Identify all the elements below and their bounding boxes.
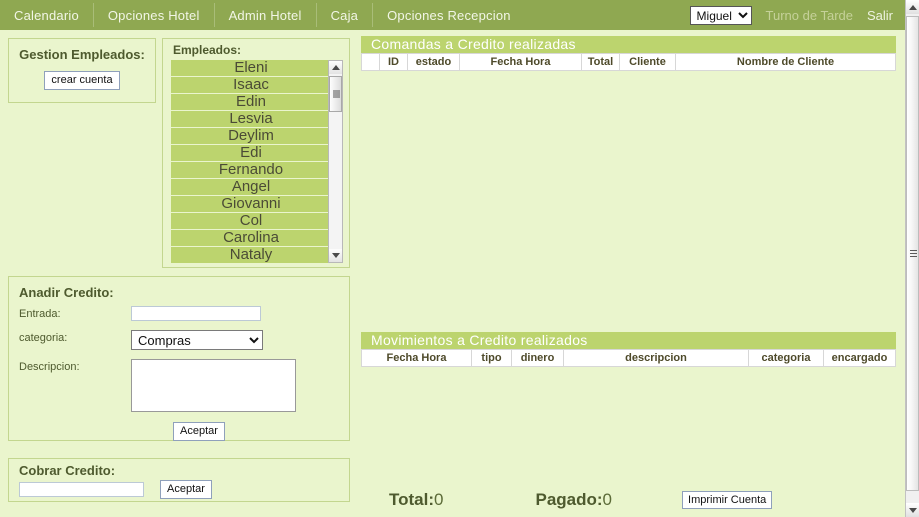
nav-item-calendario[interactable]: Calendario <box>0 0 93 30</box>
left-column: Gestion Empleados: crear cuenta Empleado… <box>0 30 357 517</box>
gestion-empleados-panel: Gestion Empleados: crear cuenta <box>8 38 156 103</box>
nav-item-opciones-recepcion[interactable]: Opciones Recepcion <box>373 0 525 30</box>
column-header: Nombre de Cliente <box>675 53 896 71</box>
top-navigation-bar: Calendario Opciones Hotel Admin Hotel Ca… <box>0 0 905 30</box>
empleados-title: Empleados: <box>173 43 242 57</box>
total-label: Total: <box>389 490 435 509</box>
turno-label: Turno de Tarde <box>765 7 853 23</box>
page-scrollbar-thumb[interactable] <box>906 16 919 491</box>
crear-cuenta-button[interactable]: crear cuenta <box>44 71 120 90</box>
cobrar-credito-panel: Cobrar Credito: Aceptar <box>8 458 350 502</box>
cobrar-credito-input[interactable] <box>19 482 144 497</box>
anadir-aceptar-row: Aceptar <box>19 421 339 441</box>
empleados-list[interactable]: Eleni Isaac Edin Lesvia Deylim Edi Fernando Ang… <box>171 60 331 263</box>
scroll-down-arrow-icon[interactable] <box>329 249 342 262</box>
cobrar-credito-title: Cobrar Credito: <box>19 463 116 478</box>
application-root: Calendario Opciones Hotel Admin Hotel Ca… <box>0 0 919 517</box>
empleado-list-item[interactable]: Edi <box>171 145 331 161</box>
comandas-section: Comandas a Credito realizadas ID estado Fe… <box>361 36 896 331</box>
empleado-list-item[interactable]: Fernando <box>171 162 331 178</box>
nav-label: Caja <box>330 7 359 23</box>
imprimir-cuenta-button[interactable]: Imprimir Cuenta <box>682 491 773 509</box>
empleado-list-item[interactable]: Lesvia <box>171 111 331 127</box>
empleado-list-item[interactable]: Edin <box>171 94 331 110</box>
scroll-up-arrow-icon[interactable] <box>329 61 342 74</box>
comandas-header: Comandas a Credito realizadas <box>361 36 896 53</box>
empleado-list-item[interactable]: Deylim <box>171 128 331 144</box>
navbar-right-group: Miguel Turno de Tarde Salir <box>689 0 905 30</box>
gestion-empleados-title: Gestion Empleados: <box>19 47 145 62</box>
entrada-label: Entrada: <box>19 308 61 320</box>
nav-label: Opciones Hotel <box>107 7 200 23</box>
scrollbar-thumb[interactable] <box>329 76 342 112</box>
pagado-label: Pagado: <box>535 490 603 509</box>
nav-label: Admin Hotel <box>228 7 302 23</box>
comandas-header-row: ID estado Fecha Hora Total Cliente Nombre de … <box>361 53 896 71</box>
user-select[interactable]: Miguel <box>689 5 752 25</box>
browser-scrollbar[interactable] <box>905 0 919 517</box>
empleado-list-item[interactable]: Giovanni <box>171 196 331 212</box>
column-header: encargado <box>823 349 896 367</box>
descripcion-label: Descripcion: <box>19 361 80 373</box>
page-scroll-down-arrow-icon[interactable] <box>906 503 919 517</box>
pagado-display: Pagado:0 <box>535 490 612 510</box>
anadir-aceptar-button[interactable]: Aceptar <box>173 422 225 441</box>
column-header: dinero <box>511 349 564 367</box>
column-header: Total <box>581 53 620 71</box>
empleado-list-item[interactable]: Col <box>171 213 331 229</box>
nav-item-caja[interactable]: Caja <box>317 0 373 30</box>
empleados-list-scrollbar[interactable] <box>328 60 343 263</box>
empleados-panel: Empleados: Eleni Isaac Edin Lesvia Deylim Edi… <box>162 38 350 268</box>
nav-item-opciones-hotel[interactable]: Opciones Hotel <box>94 0 214 30</box>
movimientos-table: Fecha Hora tipo dinero descripcion categoria… <box>361 349 896 367</box>
entrada-input[interactable] <box>131 306 261 321</box>
categoria-select[interactable]: Compras <box>131 330 263 350</box>
movimientos-header-row: Fecha Hora tipo dinero descripcion categoria… <box>361 349 896 367</box>
column-header <box>361 53 380 71</box>
anadir-credito-title: Anadir Credito: <box>19 285 114 300</box>
cobrar-aceptar-button[interactable]: Aceptar <box>160 480 212 499</box>
comandas-empty-area <box>361 71 896 321</box>
nav-item-admin-hotel[interactable]: Admin Hotel <box>215 0 316 30</box>
scrollbar-grip-icon <box>333 90 340 98</box>
movimientos-section: Movimientos a Credito realizados Fecha H… <box>361 332 896 480</box>
entrada-row: Entrada: <box>19 306 339 321</box>
empleado-list-item[interactable]: Eleni <box>171 60 331 76</box>
page-scroll-up-arrow-icon[interactable] <box>906 0 919 14</box>
column-header: estado <box>407 53 460 71</box>
logout-link[interactable]: Salir <box>867 8 893 23</box>
empleado-list-item[interactable]: Carolina <box>171 230 331 246</box>
column-header: Cliente <box>619 53 676 71</box>
categoria-label: categoria: <box>19 332 68 344</box>
column-header: ID <box>379 53 408 71</box>
cobrar-credito-row: Aceptar <box>19 480 339 499</box>
column-header: categoria <box>748 349 824 367</box>
right-column: Comandas a Credito realizadas ID estado Fe… <box>357 30 905 517</box>
empleado-list-item[interactable]: Isaac <box>171 77 331 93</box>
anadir-credito-panel: Anadir Credito: Entrada: categoria: Comp… <box>8 276 350 441</box>
column-header: descripcion <box>563 349 749 367</box>
pagado-value: 0 <box>602 490 613 509</box>
descripcion-row: Descripcion: <box>19 359 339 412</box>
empleados-list-viewport: Eleni Isaac Edin Lesvia Deylim Edi Fernando Ang… <box>171 60 343 263</box>
movimientos-header: Movimientos a Credito realizados <box>361 332 896 349</box>
column-header: Fecha Hora <box>459 53 582 71</box>
empleado-list-item[interactable]: Angel <box>171 179 331 195</box>
movimientos-empty-area <box>361 367 896 472</box>
totals-row: Total:0 Pagado:0 Imprimir Cuenta <box>361 485 896 515</box>
total-value: 0 <box>434 490 444 509</box>
comandas-table: ID estado Fecha Hora Total Cliente Nombre de … <box>361 53 896 71</box>
empleado-list-item[interactable]: Nataly <box>171 247 331 263</box>
total-display: Total:0 <box>389 490 443 510</box>
crear-cuenta-row: crear cuenta <box>19 70 145 90</box>
page-scrollbar-grip-icon <box>910 249 917 258</box>
descripcion-textarea[interactable] <box>131 359 296 412</box>
nav-label: Calendario <box>14 7 79 23</box>
column-header: tipo <box>471 349 512 367</box>
categoria-row: categoria: Compras <box>19 330 339 350</box>
nav-label: Opciones Recepcion <box>387 7 511 23</box>
column-header: Fecha Hora <box>361 349 472 367</box>
